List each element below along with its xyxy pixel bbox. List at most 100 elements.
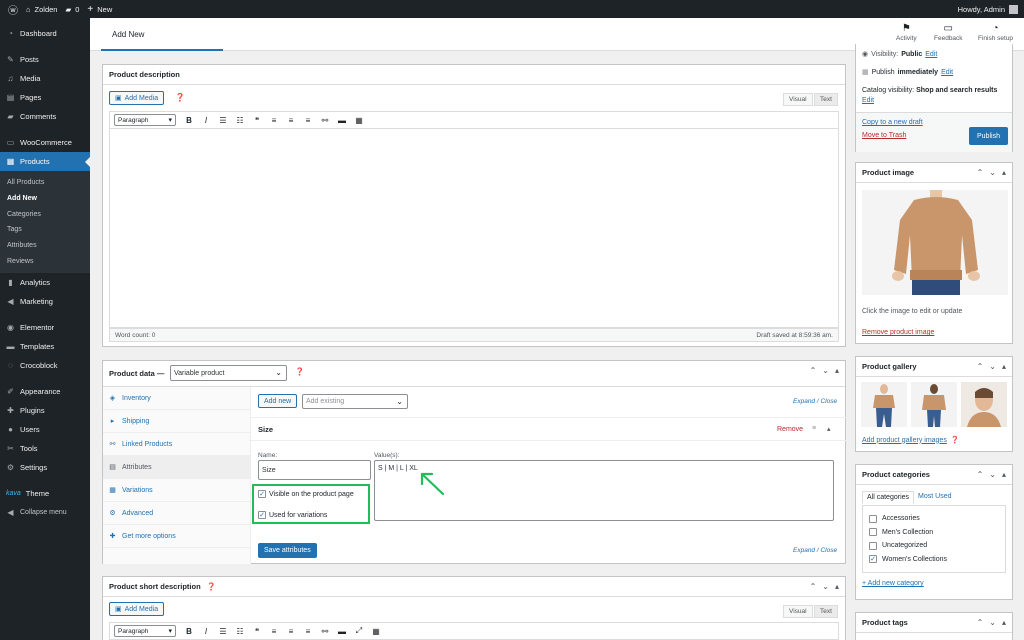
align-right-icon[interactable]: ≡ <box>304 116 312 125</box>
sidebar-item-settings[interactable]: ⚙ Settings <box>0 458 90 477</box>
expand-close-link[interactable]: Expand / Close <box>793 547 837 554</box>
sidebar-item-crocoblock[interactable]: ◌ Crocoblock <box>0 356 90 375</box>
numbered-list-icon[interactable]: ☷ <box>236 627 244 636</box>
save-attributes-button[interactable]: Save attributes <box>258 543 317 558</box>
collapse-arrow-icon[interactable]: ▴ <box>835 582 839 591</box>
align-center-icon[interactable]: ≡ <box>287 116 295 125</box>
submenu-reviews[interactable]: Reviews <box>0 253 90 269</box>
bullet-list-icon[interactable]: ☰ <box>219 116 227 125</box>
add-new-attribute-button[interactable]: Add new <box>258 394 298 408</box>
align-right-icon[interactable]: ≡ <box>304 627 312 636</box>
read-more-icon[interactable]: ▬ <box>338 116 346 125</box>
add-new-category-link[interactable]: + Add new category <box>862 580 924 587</box>
new-content-link[interactable]: + New <box>87 4 112 15</box>
tab-linked-products[interactable]: ⚯ Linked Products <box>103 433 250 456</box>
tab-advanced[interactable]: ⚙ Advanced <box>103 502 250 525</box>
sidebar-item-pages[interactable]: ▤ Pages <box>0 88 90 107</box>
sidebar-item-appearance[interactable]: ✐ Appearance <box>0 382 90 401</box>
gallery-thumbnail[interactable] <box>961 382 1007 427</box>
help-icon[interactable]: ❓ <box>175 93 185 102</box>
tab-inventory[interactable]: ◈ Inventory <box>103 387 250 410</box>
toolbar-toggle-icon[interactable]: ▦ <box>372 627 380 636</box>
remove-attribute-link[interactable]: Remove <box>777 426 803 433</box>
category-item[interactable]: Men's Collection <box>863 526 1005 540</box>
attribute-row-header[interactable]: Size Remove ≡ ▴ <box>251 417 846 441</box>
bold-icon[interactable]: B <box>185 627 193 636</box>
collapse-arrow-icon[interactable]: ▴ <box>1002 362 1006 371</box>
tab-variations[interactable]: ▦ Variations <box>103 479 250 502</box>
publish-button[interactable]: Publish <box>969 127 1008 145</box>
quote-icon[interactable]: ❝ <box>253 116 261 125</box>
product-type-select[interactable]: Variable product ⌄ <box>170 365 287 381</box>
sidebar-item-analytics[interactable]: ▮ Analytics <box>0 273 90 292</box>
fullscreen-icon[interactable]: ⤢ <box>355 626 363 636</box>
sidebar-item-comments[interactable]: ▰ Comments <box>0 107 90 126</box>
chevron-down-icon[interactable]: ⌄ <box>989 470 996 479</box>
collapse-arrow-icon[interactable]: ▴ <box>1002 618 1006 627</box>
add-existing-select[interactable]: Add existing ⌄ <box>302 394 408 409</box>
align-center-icon[interactable]: ≡ <box>287 627 295 636</box>
submenu-tags[interactable]: Tags <box>0 222 90 238</box>
italic-icon[interactable]: I <box>202 627 210 636</box>
copy-to-draft-link[interactable]: Copy to a new draft <box>862 119 923 126</box>
sidebar-item-theme[interactable]: kava Theme <box>0 484 90 503</box>
submenu-all-products[interactable]: All Products <box>0 175 90 191</box>
bullet-list-icon[interactable]: ☰ <box>219 627 227 636</box>
visible-on-product-page-checkbox[interactable]: ✓ Visible on the product page <box>258 490 354 498</box>
category-item[interactable]: Uncategorized <box>863 539 1005 553</box>
sidebar-item-plugins[interactable]: ✚ Plugins <box>0 401 90 420</box>
finish-setup-button[interactable]: ◔ Finish setup <box>978 22 1013 42</box>
move-to-trash-link[interactable]: Move to Trash <box>862 132 906 139</box>
help-icon[interactable]: ❓ <box>207 582 216 591</box>
submenu-categories[interactable]: Categories <box>0 206 90 222</box>
submenu-add-new[interactable]: Add New <box>0 191 90 207</box>
collapse-arrow-icon[interactable]: ▴ <box>1002 168 1006 177</box>
sidebar-item-media[interactable]: ♫ Media <box>0 69 90 88</box>
product-image[interactable] <box>862 190 1008 295</box>
help-icon[interactable]: ❓ <box>295 367 304 376</box>
tab-text[interactable]: Text <box>814 605 838 618</box>
help-icon[interactable]: ❓ <box>951 436 960 444</box>
expand-close-link[interactable]: Expand / Close <box>793 398 837 405</box>
align-left-icon[interactable]: ≡ <box>270 116 278 125</box>
edit-catalog-visibility-link[interactable]: Edit <box>862 97 874 104</box>
tab-shipping[interactable]: ▸ Shipping <box>103 410 250 433</box>
attribute-name-input[interactable]: Size <box>258 460 371 480</box>
sidebar-item-users[interactable]: ● Users <box>0 420 90 439</box>
tab-visual[interactable]: Visual <box>783 605 813 618</box>
sidebar-item-tools[interactable]: ✂ Tools <box>0 439 90 458</box>
chevron-down-icon[interactable]: ⌄ <box>989 618 996 627</box>
tab-text[interactable]: Text <box>814 93 838 106</box>
sidebar-item-marketing[interactable]: ◀ Marketing <box>0 292 90 311</box>
category-item[interactable]: Accessories <box>863 512 1005 526</box>
toolbar-toggle-icon[interactable]: ▦ <box>355 116 363 125</box>
category-item[interactable]: ✓ Women's Collections <box>863 553 1005 567</box>
feedback-button[interactable]: ▭ Feedback <box>934 22 963 42</box>
italic-icon[interactable]: I <box>202 116 210 125</box>
numbered-list-icon[interactable]: ☷ <box>236 116 244 125</box>
chevron-down-icon[interactable]: ⌄ <box>989 362 996 371</box>
tab-attributes[interactable]: ▤ Attributes <box>103 456 250 479</box>
align-left-icon[interactable]: ≡ <box>270 627 278 636</box>
chevron-up-icon[interactable]: ⌃ <box>977 470 984 479</box>
site-name-link[interactable]: ⌂ Zolden <box>26 5 57 14</box>
add-gallery-images-link[interactable]: Add product gallery images <box>862 437 947 444</box>
sidebar-item-products[interactable]: ▦ Products <box>0 152 90 171</box>
description-editor[interactable] <box>109 129 839 328</box>
gallery-thumbnail[interactable] <box>861 382 907 427</box>
activity-button[interactable]: ⚑ Activity <box>896 22 917 42</box>
collapse-arrow-icon[interactable]: ▴ <box>827 425 831 433</box>
tab-most-used[interactable]: Most Used <box>914 491 955 504</box>
read-more-icon[interactable]: ▬ <box>338 627 346 636</box>
tab-visual[interactable]: Visual <box>783 93 813 106</box>
edit-publish-date-link[interactable]: Edit <box>941 69 953 76</box>
used-for-variations-checkbox[interactable]: ✓ Used for variations <box>258 511 327 519</box>
comments-link[interactable]: ▰ 0 <box>65 5 79 14</box>
add-media-button[interactable]: ▣ Add Media <box>109 602 165 616</box>
chevron-up-icon[interactable]: ⌃ <box>810 582 817 591</box>
chevron-up-icon[interactable]: ⌃ <box>977 618 984 627</box>
chevron-up-icon[interactable]: ⌃ <box>977 168 984 177</box>
sidebar-item-woocommerce[interactable]: ▭ WooCommerce <box>0 133 90 152</box>
sidebar-item-dashboard[interactable]: ◔ Dashboard <box>0 24 90 43</box>
sidebar-item-templates[interactable]: ▬ Templates <box>0 337 90 356</box>
